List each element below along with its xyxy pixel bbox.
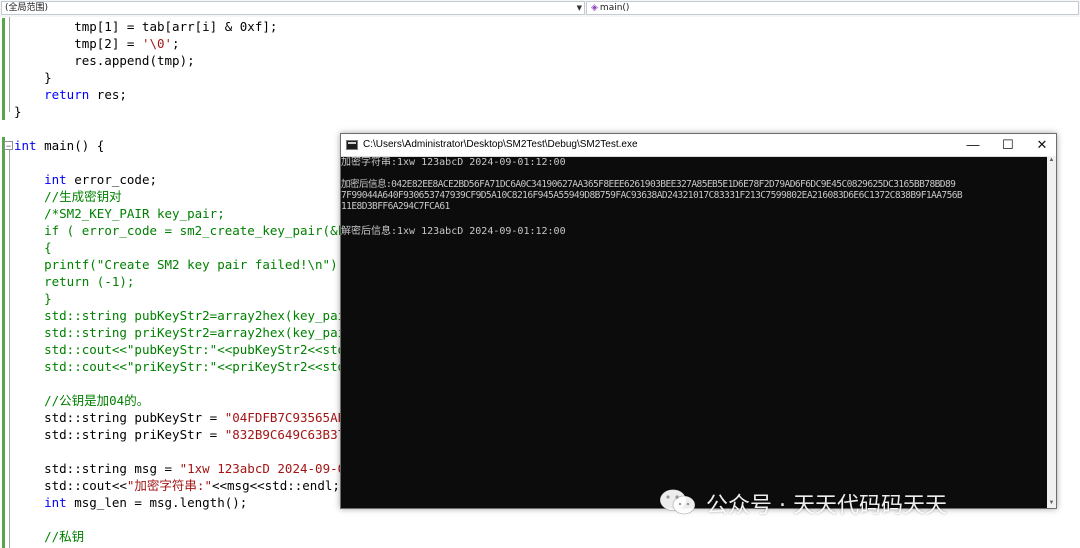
code-line: } — [14, 103, 22, 120]
console-line-cipher-2: 7F99044A640F930653747939CF9D5A10C8216F94… — [341, 190, 963, 201]
code-line: std::string priKeyStr = "832B9C649C63B37 — [14, 426, 345, 443]
console-titlebar[interactable]: C:\Users\Administrator\Desktop\SM2Test\D… — [341, 134, 1056, 157]
change-indicator — [2, 18, 5, 120]
console-line-cipher-3: 11E8D3BFF6A294C7FCA61 — [341, 201, 450, 212]
code-token: main() { — [36, 138, 105, 153]
code-line: return (-1); — [14, 273, 134, 290]
chevron-down-icon[interactable]: ▼ — [577, 2, 582, 14]
code-token: '\0' — [141, 36, 173, 51]
code-token: //生成密钥对 — [44, 189, 122, 204]
code-token: /*SM2_KEY_PAIR key_pair; — [44, 206, 225, 221]
code-line: res.append(tmp); — [14, 52, 195, 69]
code-line: return res; — [14, 86, 127, 103]
code-token: std::string priKeyStr = — [14, 427, 225, 442]
minimize-button[interactable]: — — [956, 134, 990, 156]
scope-dropdown[interactable]: (全局范围) ▼ — [1, 1, 585, 15]
console-window[interactable]: C:\Users\Administrator\Desktop\SM2Test\D… — [340, 133, 1057, 509]
code-token: //私钥 — [44, 529, 85, 544]
code-token: res.append(tmp); — [14, 53, 195, 68]
code-token: error_code; — [66, 172, 157, 187]
code-token: } — [14, 70, 52, 85]
code-token: } — [44, 291, 52, 306]
collapse-icon[interactable]: − — [4, 141, 13, 151]
change-indicator — [2, 137, 5, 548]
code-token: return (-1); — [44, 274, 135, 289]
watermark: 公众号 · 天天代码码天天 — [658, 488, 947, 519]
code-line: int msg_len = msg.length(); — [14, 494, 247, 511]
maximize-button[interactable]: ☐ — [991, 134, 1025, 156]
console-line-cipher-1: 加密后信息:042E82EE8ACE2BD56FA71DC6A0C3419062… — [341, 179, 956, 190]
code-token: tmp[2] = — [14, 36, 142, 51]
scroll-down-icon[interactable]: ▼ — [1047, 499, 1056, 508]
code-token: int — [44, 495, 67, 510]
code-line: //公钥是加04的。 — [14, 392, 149, 409]
code-token: std::string pubKeyStr = — [14, 410, 225, 425]
code-token: std::cout<< — [14, 478, 127, 493]
code-line: /*SM2_KEY_PAIR key_pair; — [14, 205, 225, 222]
outline-guide — [9, 150, 10, 548]
code-token: "832B9C649C63B37 — [224, 427, 346, 442]
code-line: { — [14, 239, 52, 256]
code-token: return — [44, 87, 90, 102]
code-token: std::string msg = — [14, 461, 180, 476]
code-line: tmp[2] = '\0'; — [14, 35, 180, 52]
code-line: } — [14, 290, 52, 307]
console-app-icon — [346, 140, 358, 150]
console-line-plaintext: 加密字符串:1xw 123abcD 2024-09-01:12:00 — [341, 157, 566, 168]
code-line: tmp[1] = tab[arr[i] & 0xf]; — [14, 18, 277, 35]
function-dropdown[interactable]: ◈ main() — [586, 1, 1079, 15]
function-icon: ◈ — [591, 3, 598, 13]
code-line: int error_code; — [14, 171, 157, 188]
code-token: "04FDFB7C93565AB — [224, 410, 346, 425]
code-token: int — [14, 138, 37, 153]
scope-dropdown-value: (全局范围) — [5, 3, 49, 13]
code-token: "加密字符串:" — [126, 478, 212, 493]
code-token: printf("Create SM2 key pair failed!\n"); — [44, 257, 346, 272]
wechat-logo-icon — [658, 488, 698, 525]
code-token: //公钥是加04的。 — [44, 393, 150, 408]
console-output: 加密字符串:1xw 123abcD 2024-09-01:12:00 加密后信息… — [341, 156, 1047, 508]
code-line: std::cout<<"加密字符串:"<<msg<<std::endl; — [14, 477, 340, 494]
code-token: tmp[1] = tab[arr[i] & 0xf]; — [14, 19, 278, 34]
code-token: int — [44, 172, 67, 187]
code-token: } — [14, 104, 22, 119]
code-token: ; — [172, 36, 180, 51]
code-token: <<msg<<std::endl; — [211, 478, 340, 493]
scroll-up-icon[interactable]: ▲ — [1047, 156, 1056, 165]
scope-bar: (全局范围) ▼ ◈ main() — [0, 0, 1080, 18]
code-token: res; — [89, 87, 127, 102]
code-token: { — [44, 240, 52, 255]
console-scrollbar[interactable]: ▲ ▼ — [1047, 156, 1056, 508]
code-line: printf("Create SM2 key pair failed!\n"); — [14, 256, 345, 273]
close-button[interactable]: ✕ — [1025, 134, 1059, 156]
code-token: msg_len = msg.length(); — [66, 495, 248, 510]
code-line: //私钥 — [14, 528, 84, 545]
code-line: } — [14, 69, 52, 86]
console-line-decrypted: 解密后信息:1xw 123abcD 2024-09-01:12:00 — [341, 226, 566, 237]
outline-guide — [9, 17, 10, 112]
code-line: //生成密钥对 — [14, 188, 122, 205]
watermark-text: 公众号 · 天天代码码天天 — [706, 493, 947, 519]
console-title: C:\Users\Administrator\Desktop\SM2Test\D… — [363, 139, 638, 150]
function-dropdown-value: main() — [599, 3, 630, 13]
code-line: int main() { — [14, 137, 104, 154]
